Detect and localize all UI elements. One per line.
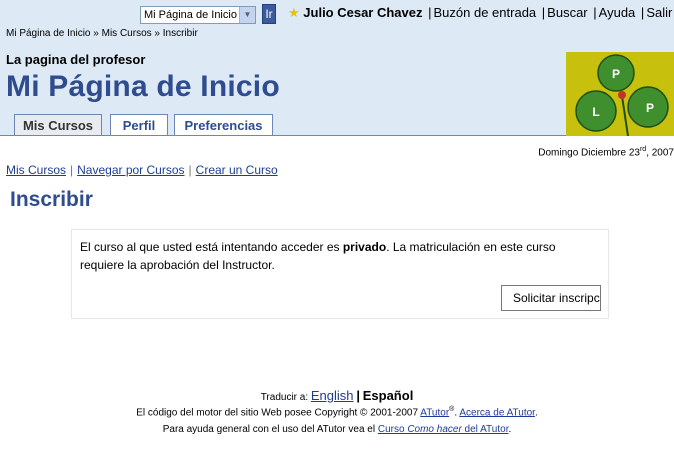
current-date: Domingo Diciembre 23rd, 2007 (538, 146, 674, 158)
copyright-text: El código del motor del sitio Web posee … (136, 407, 421, 419)
tab-preferences[interactable]: Preferencias (174, 114, 273, 136)
message-private-word: privado (342, 240, 387, 254)
subnav-my-courses[interactable]: Mis Cursos (6, 163, 66, 177)
breadcrumb-separator: » (154, 28, 160, 39)
period: . (508, 424, 512, 435)
clover-logo: P L P (566, 52, 674, 136)
language-link-english[interactable]: English (311, 388, 354, 403)
howto-link-part-1: Curso (377, 424, 408, 435)
howto-link-part-2: del ATutor (461, 424, 509, 435)
translate-bar: Traducir a: English | Español (0, 388, 674, 403)
subnav-browse-courses[interactable]: Navegar por Cursos (77, 163, 184, 177)
star-icon: ★ (288, 5, 300, 20)
site-title: Mi Página de Inicio (6, 70, 280, 103)
logo-letter-top: P (612, 67, 620, 81)
sub-navigation: Mis Cursos | Navegar por Cursos | Crear un C… (6, 163, 278, 177)
logo-letter-right: P (646, 101, 654, 115)
user-nav: ★ Julio Cesar Chavez | Buzón de entrada |… (288, 4, 672, 22)
top-bar: Mi Página de Inicio ▼ Ir ★ Julio Cesar C… (0, 0, 674, 44)
date-year: , 2007 (646, 147, 674, 159)
howto-link-em: Como hacer (407, 424, 462, 435)
subnav-create-course[interactable]: Crear un Curso (196, 163, 278, 177)
separator: | (356, 388, 360, 403)
separator: | (428, 5, 432, 20)
course-owner: La pagina del profesor (6, 52, 146, 67)
logo-letter-left: L (592, 105, 599, 119)
breadcrumb: Mi Página de Inicio » Mis Cursos » Inscr… (6, 28, 198, 39)
language-current-spanish: Español (362, 388, 414, 403)
separator: | (188, 163, 192, 177)
tab-my-courses[interactable]: Mis Cursos (14, 114, 102, 136)
user-name: Julio Cesar Chavez (303, 5, 423, 20)
breadcrumb-current: Inscribir (162, 28, 198, 39)
chevron-down-icon[interactable]: ▼ (239, 7, 255, 23)
request-enrollment-button[interactable]: Solicitar inscripción (501, 285, 601, 311)
site-header: La pagina del profesor Mi Página de Inic… (0, 44, 674, 136)
period: . (534, 407, 538, 419)
help-text: Para ayuda general con el uso del ATutor… (162, 424, 378, 435)
enrollment-message-box: El curso al que usted está intentando ac… (71, 229, 609, 319)
enrollment-message: El curso al que usted está intentando ac… (80, 238, 600, 274)
message-part-1: El curso al que usted está intentando ac… (80, 240, 343, 254)
jump-select-value: Mi Página de Inicio (144, 9, 237, 21)
header-divider (0, 135, 566, 136)
nav-link-search[interactable]: Buscar (547, 5, 587, 20)
about-atutor-link[interactable]: Acerca de ATutor (459, 407, 535, 418)
nav-link-help[interactable]: Ayuda (599, 5, 636, 20)
separator: | (593, 5, 597, 20)
page-title: Inscribir (10, 188, 93, 211)
jump-go-button[interactable]: Ir (262, 4, 276, 24)
clover-logo-icon: P L P (566, 52, 674, 136)
breadcrumb-my-courses[interactable]: Mis Cursos (102, 28, 152, 39)
nav-link-inbox[interactable]: Buzón de entrada (434, 5, 537, 20)
jump-select[interactable]: Mi Página de Inicio ▼ (140, 6, 256, 24)
breadcrumb-home[interactable]: Mi Página de Inicio (6, 28, 91, 39)
separator: | (70, 163, 74, 177)
nav-link-logout[interactable]: Salir (646, 5, 672, 20)
atutor-link[interactable]: ATutor (420, 407, 449, 418)
copyright-line: El código del motor del sitio Web posee … (0, 406, 674, 418)
breadcrumb-separator: » (93, 28, 99, 39)
tab-profile[interactable]: Perfil (110, 114, 168, 136)
help-line: Para ayuda general con el uso del ATutor… (0, 424, 674, 435)
howto-course-link[interactable]: Curso Como hacer del ATutor (378, 424, 509, 435)
date-text: Domingo Diciembre 23 (538, 147, 640, 159)
translate-label: Traducir a: (260, 392, 309, 403)
